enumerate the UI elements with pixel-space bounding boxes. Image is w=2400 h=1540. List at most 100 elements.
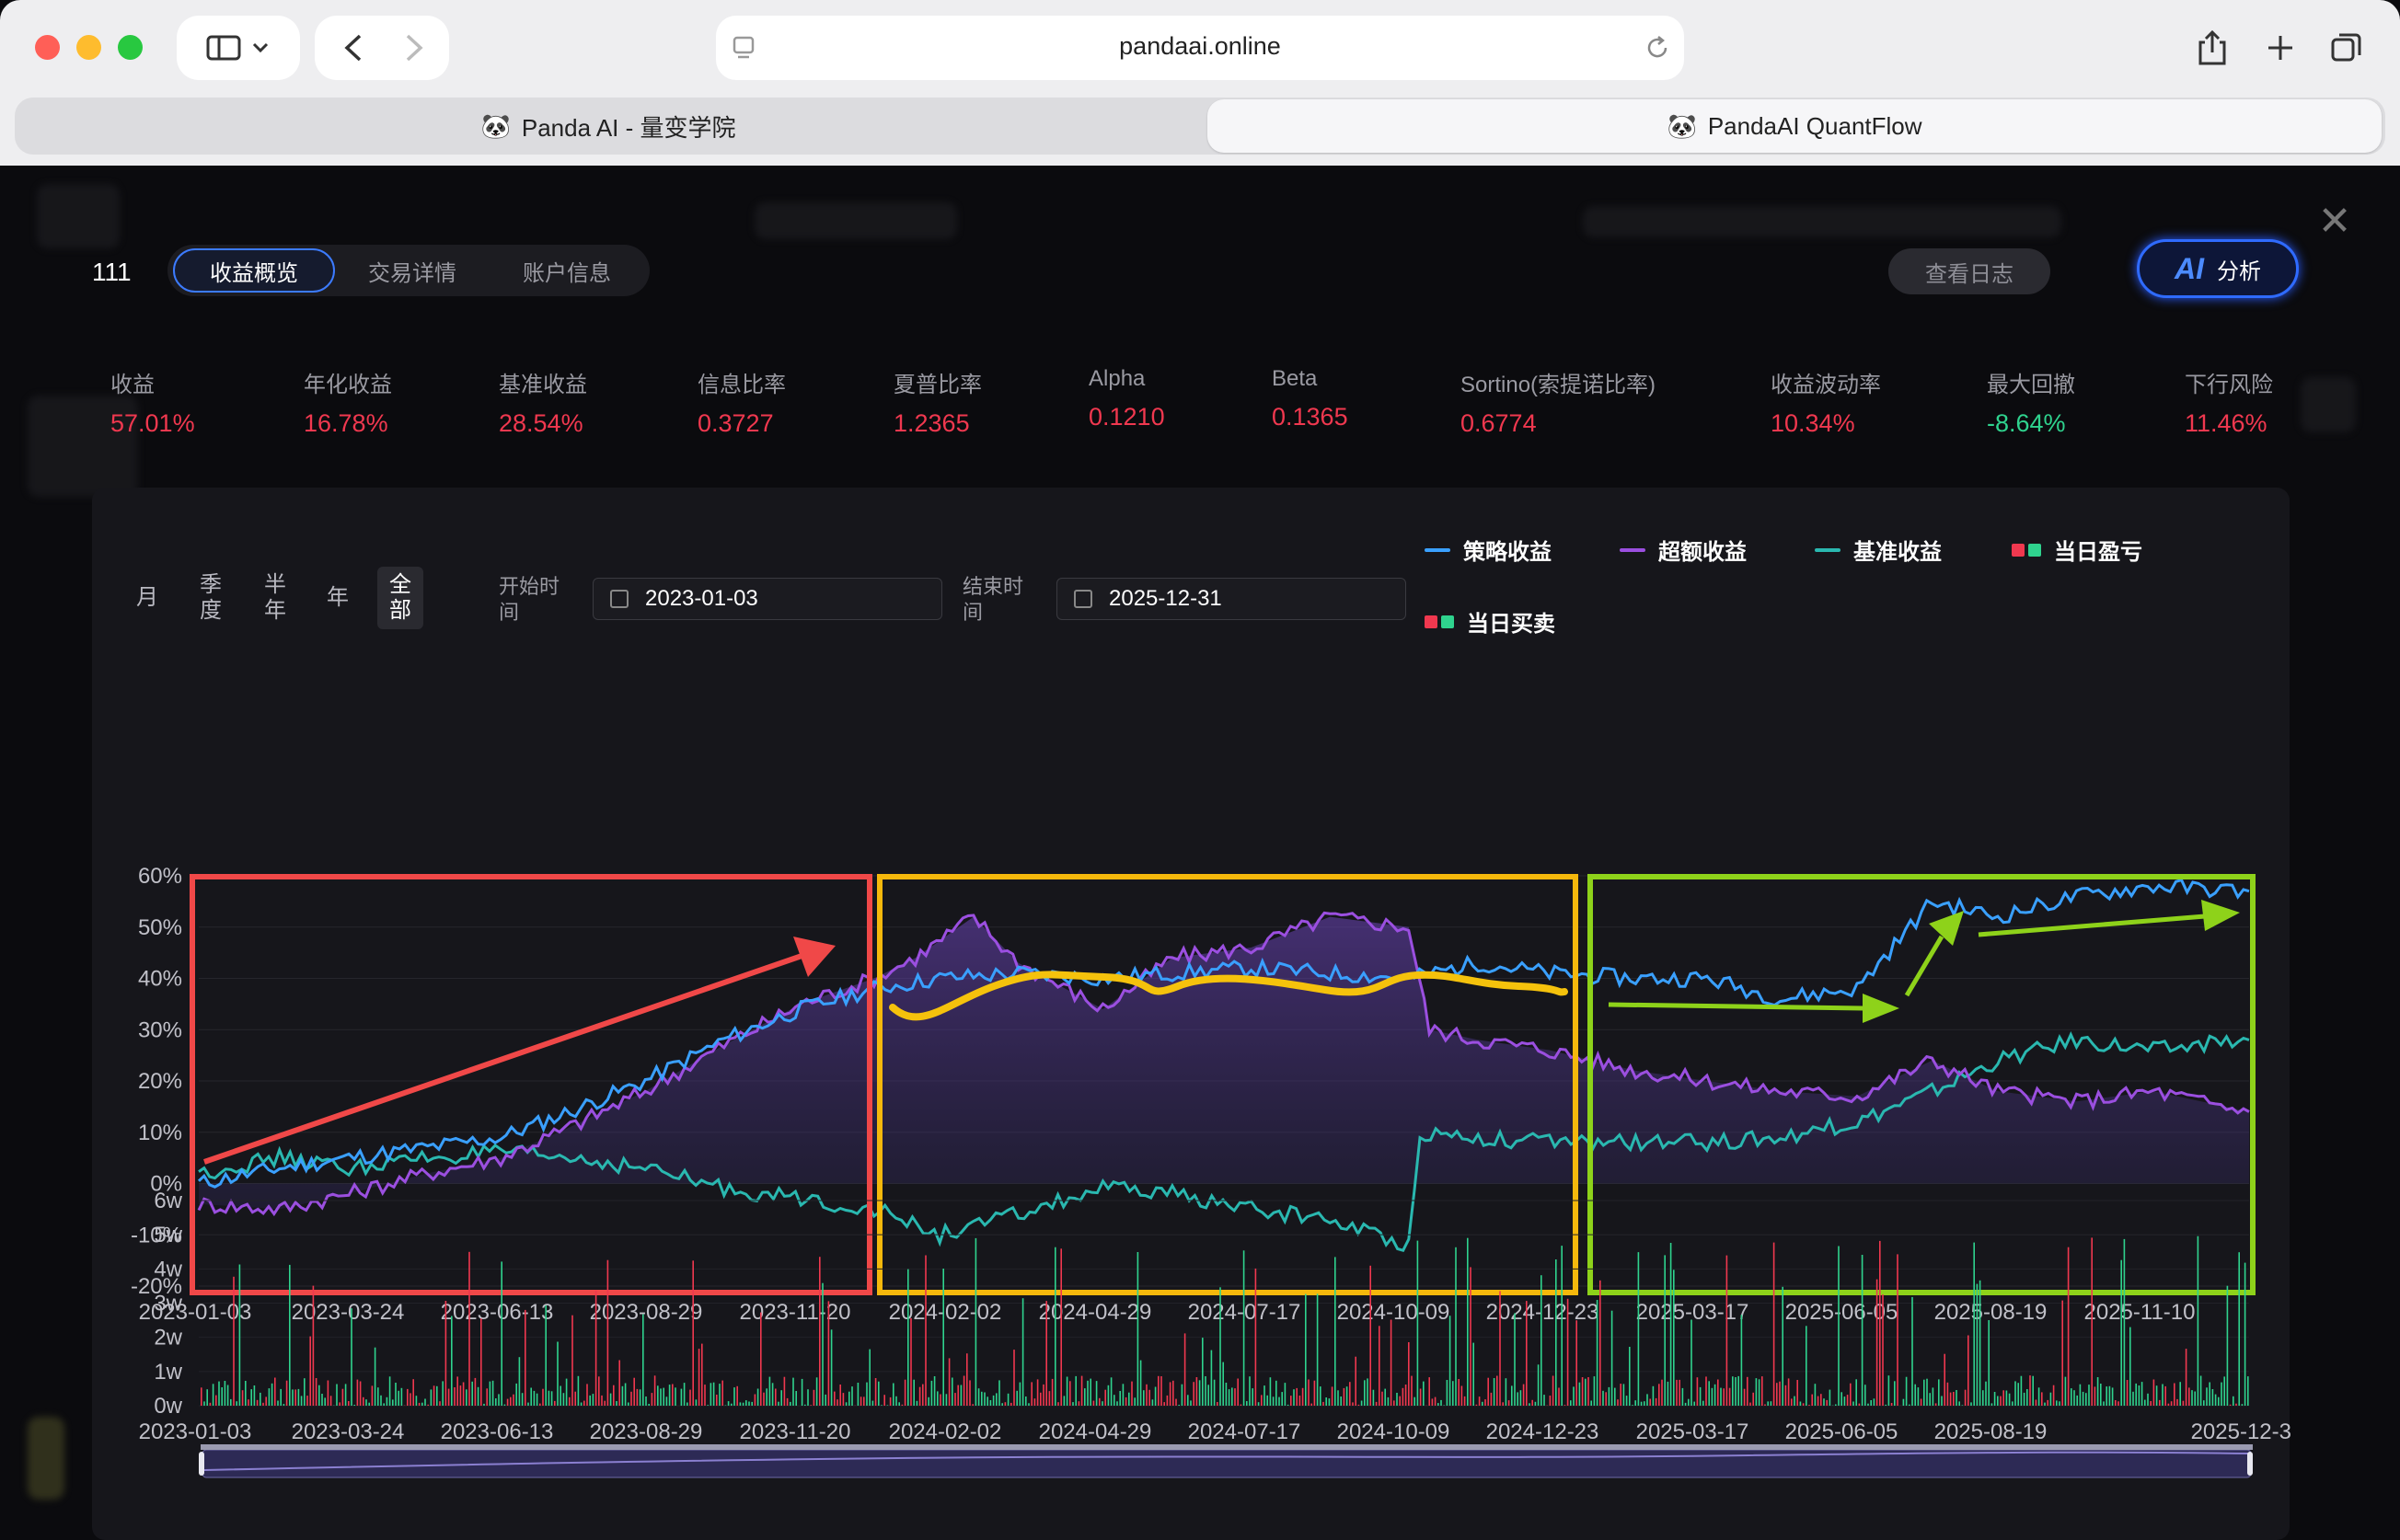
volume-bar <box>2079 1384 2082 1406</box>
close-window-button[interactable] <box>35 35 60 60</box>
period-month[interactable]: 月 <box>134 585 160 611</box>
view-log-button[interactable]: 查看日志 <box>1888 248 2050 294</box>
share-button[interactable] <box>2181 16 2244 80</box>
volume-bar <box>1502 1402 1504 1406</box>
legend-label: 当日盈亏 <box>2054 540 2142 565</box>
volume-bar <box>1166 1395 1169 1406</box>
volume-bar <box>1084 1388 1086 1406</box>
sidebar-toggle-button[interactable] <box>177 16 300 80</box>
start-date-input[interactable]: 2023-01-03 <box>593 578 942 620</box>
volume-bar <box>687 1402 688 1406</box>
volume-bar <box>283 1404 285 1406</box>
volume-bar <box>1717 1379 1719 1406</box>
volume-bar <box>1460 1385 1463 1406</box>
volume-bar <box>1175 1398 1177 1406</box>
volume-bar <box>1181 1384 1183 1406</box>
legend-excess[interactable]: 超额收益 <box>1620 534 1747 566</box>
volume-bar <box>2247 1376 2249 1406</box>
volume-x-tick-label: 2024-10-09 <box>1337 1419 1450 1444</box>
volume-bar <box>2211 1389 2214 1406</box>
volume-bar <box>1231 1387 1233 1406</box>
period-quarter[interactable]: 季度 <box>195 572 226 624</box>
period-half-year[interactable]: 半年 <box>260 572 291 624</box>
volume-bar <box>1661 1379 1663 1406</box>
volume-bar <box>834 1391 836 1406</box>
volume-bar <box>822 1282 824 1406</box>
volume-bar <box>2012 1401 2013 1406</box>
volume-bar <box>1752 1392 1754 1406</box>
new-tab-button[interactable] <box>2249 16 2312 80</box>
volume-bar <box>371 1385 374 1406</box>
volume-x-tick-label: 2023-06-13 <box>441 1419 554 1444</box>
ai-analysis-button[interactable]: AI 分析 <box>2137 239 2299 298</box>
volume-bar <box>1649 1398 1651 1406</box>
end-date-input[interactable]: 2025-12-31 <box>1056 578 1406 620</box>
volume-bar <box>1782 1286 1783 1406</box>
volume-bar <box>203 1401 205 1406</box>
volume-bar <box>1806 1326 1807 1406</box>
metric-value: 1.2365 <box>894 409 970 437</box>
volume-bar <box>1379 1326 1380 1406</box>
period-all[interactable]: 全部 <box>377 567 423 629</box>
metric-label: 收益 <box>110 373 155 397</box>
volume-bar <box>601 1395 603 1406</box>
browser-tab-1[interactable]: 🐼 Panda AI - 量变学院 <box>15 98 1202 155</box>
tab-account-info[interactable]: 账户信息 <box>490 248 644 293</box>
volume-bar <box>459 1385 462 1406</box>
legend-line-icon <box>1620 547 1645 552</box>
reload-icon[interactable] <box>1644 34 1671 62</box>
address-bar[interactable]: pandaai.online <box>716 16 1684 80</box>
close-modal-icon[interactable]: ✕ <box>2312 199 2358 245</box>
volume-bar <box>289 1264 291 1406</box>
volume-bar <box>2147 1393 2149 1406</box>
browser-tab-2[interactable]: 🐼 PandaAI QuantFlow <box>1207 99 2382 153</box>
volume-bar <box>807 1389 809 1406</box>
metric-return: 收益 57.01% <box>110 366 195 438</box>
volume-bar <box>766 1388 767 1406</box>
volume-bar <box>1622 1384 1625 1406</box>
minimize-window-button[interactable] <box>76 35 101 60</box>
volume-bar <box>630 1391 632 1406</box>
volume-bar <box>1075 1375 1077 1406</box>
zoom-window-button[interactable] <box>118 35 143 60</box>
tab-overview-button[interactable] <box>2315 16 2378 80</box>
volume-bar <box>1740 1315 1743 1406</box>
legend-benchmark[interactable]: 基准收益 <box>1815 534 1942 566</box>
volume-bar <box>1599 1280 1601 1406</box>
period-year[interactable]: 年 <box>324 585 352 611</box>
volume-bar <box>2064 1376 2067 1406</box>
volume-bar <box>1387 1396 1390 1406</box>
volume-bar <box>937 1391 939 1406</box>
volume-bar <box>928 1396 929 1406</box>
volume-bar <box>1455 1247 1457 1406</box>
tab-trade-details[interactable]: 交易详情 <box>335 248 490 293</box>
legend-daily-pnl[interactable]: 当日盈亏 <box>2012 534 2142 566</box>
volume-bar <box>1699 1386 1702 1406</box>
volume-bar <box>1249 1376 1251 1406</box>
volume-bar <box>1629 1347 1631 1406</box>
volume-bar <box>1078 1401 1080 1406</box>
volume-bar <box>2123 1238 2126 1406</box>
volume-bar <box>2047 1399 2048 1406</box>
metric-label: Sortino(索提诺比率) <box>1460 373 1656 397</box>
legend-strategy[interactable]: 策略收益 <box>1425 534 1552 566</box>
volume-bar <box>745 1400 747 1406</box>
volume-bar <box>262 1402 264 1406</box>
tab-overview[interactable]: 收益概览 <box>173 248 335 293</box>
volume-bar <box>837 1399 838 1406</box>
volume-bar <box>987 1396 988 1406</box>
metric-annual-return: 年化收益 16.78% <box>304 366 392 438</box>
volume-bar <box>1228 1389 1230 1406</box>
volume-bar <box>842 1393 845 1406</box>
volume-y-tick-label: 0w <box>154 1394 182 1419</box>
metric-label: 基准收益 <box>499 373 587 397</box>
volume-bar <box>1116 1401 1118 1406</box>
volume-bar <box>1472 1342 1474 1406</box>
legend-daily-trades[interactable]: 当日买卖 <box>1425 605 1555 638</box>
volume-bar <box>712 1382 715 1406</box>
volume-bar <box>792 1377 794 1406</box>
volume-bar <box>285 1380 288 1406</box>
volume-bar <box>992 1395 995 1406</box>
tabs-icon <box>2331 33 2361 62</box>
volume-bar <box>224 1381 226 1406</box>
